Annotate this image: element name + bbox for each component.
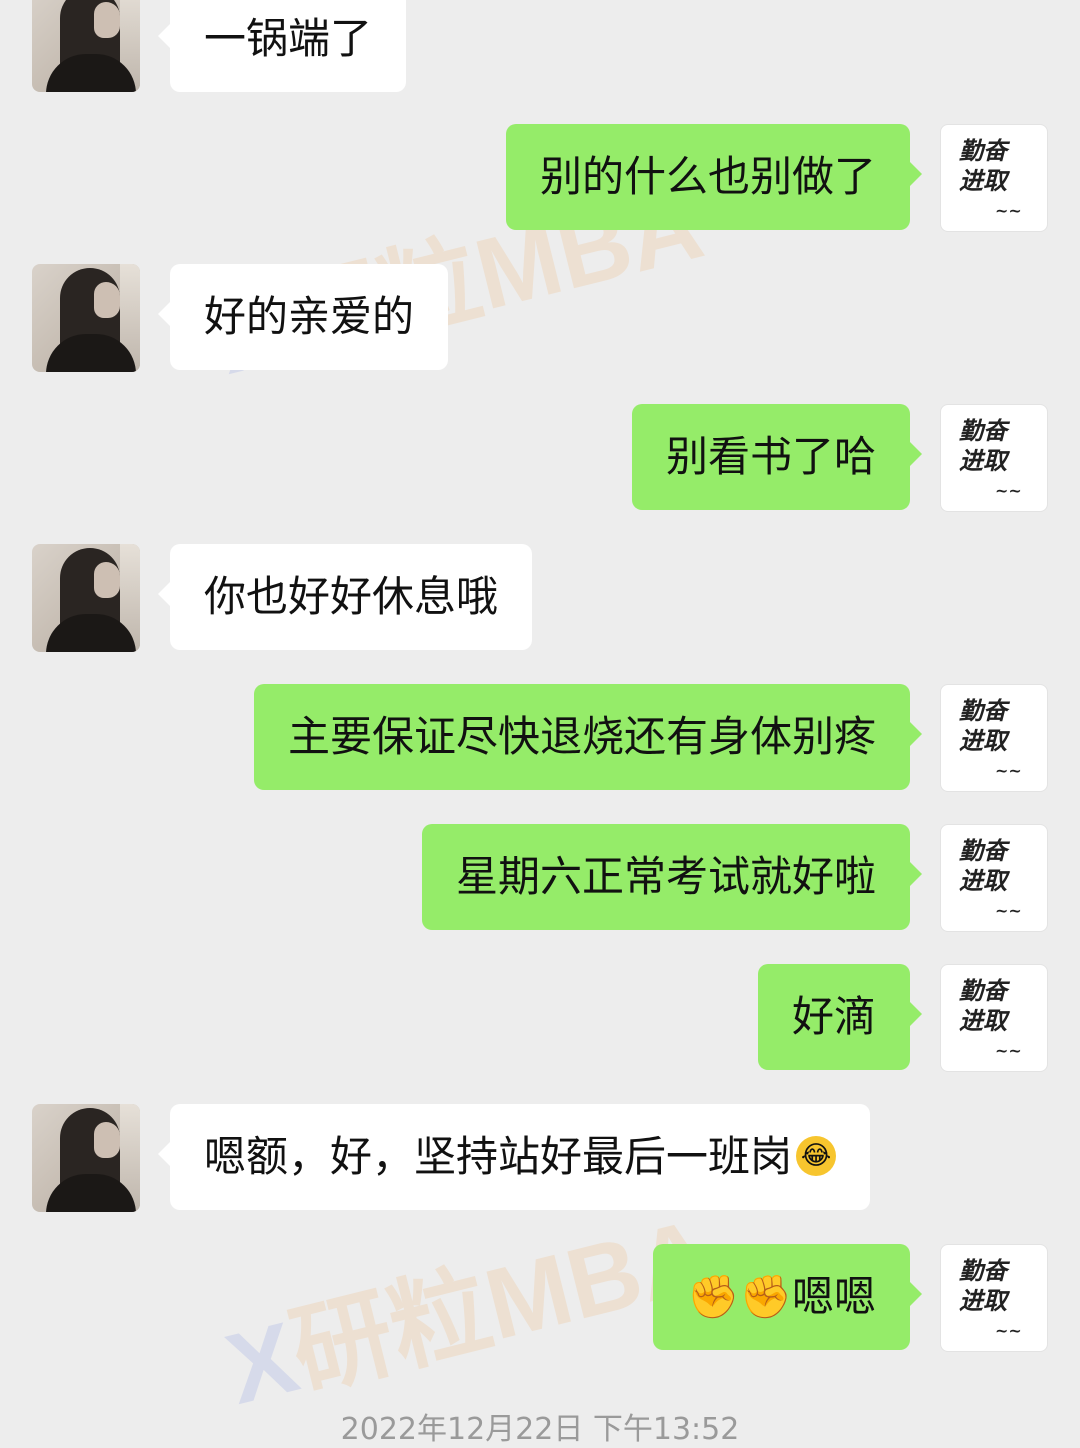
my-avatar[interactable]: 勤奋 进取 ~~ <box>940 964 1048 1072</box>
message-bubble-outgoing[interactable]: 别看书了哈 <box>631 404 923 510</box>
message-bubble-incoming[interactable]: 你也好好休息哦 <box>157 544 533 650</box>
message-bubble-outgoing[interactable]: 星期六正常考试就好啦 <box>421 824 923 930</box>
my-avatar[interactable]: 勤奋 进取 ~~ <box>940 824 1048 932</box>
message-bubble-incoming[interactable]: 嗯额，好，坚持站好最后一班岗 😂 <box>157 1104 871 1210</box>
message-bubble-outgoing[interactable]: 好滴 <box>757 964 923 1070</box>
my-avatar[interactable]: 勤奋 进取 ~~ <box>940 124 1048 232</box>
contact-avatar[interactable] <box>32 264 140 372</box>
message-bubble-outgoing[interactable]: 别的什么也别做了 <box>505 124 923 230</box>
message-bubble-incoming[interactable]: 一锅端了 <box>157 0 407 92</box>
chat-timestamp: 2022年12月22日 下午13:52 <box>340 1412 740 1447</box>
watermark: X研粒MBA <box>216 1197 723 1426</box>
contact-avatar[interactable] <box>32 0 140 92</box>
laughing-crying-emoji-icon: 😂 <box>796 1135 837 1176</box>
fist-emoji-icon: ✊✊ <box>687 1272 792 1321</box>
my-avatar[interactable]: 勤奋 进取 ~~ <box>940 404 1048 512</box>
contact-avatar[interactable] <box>32 1104 140 1212</box>
contact-avatar[interactable] <box>32 544 140 652</box>
message-bubble-incoming[interactable]: 好的亲爱的 <box>157 264 449 370</box>
my-avatar[interactable]: 勤奋 进取 ~~ <box>940 684 1048 792</box>
message-bubble-outgoing[interactable]: 主要保证尽快退烧还有身体别疼 <box>253 684 923 790</box>
message-bubble-outgoing[interactable]: ✊✊嗯嗯 <box>653 1244 922 1350</box>
my-avatar[interactable]: 勤奋 进取 ~~ <box>940 1244 1048 1352</box>
